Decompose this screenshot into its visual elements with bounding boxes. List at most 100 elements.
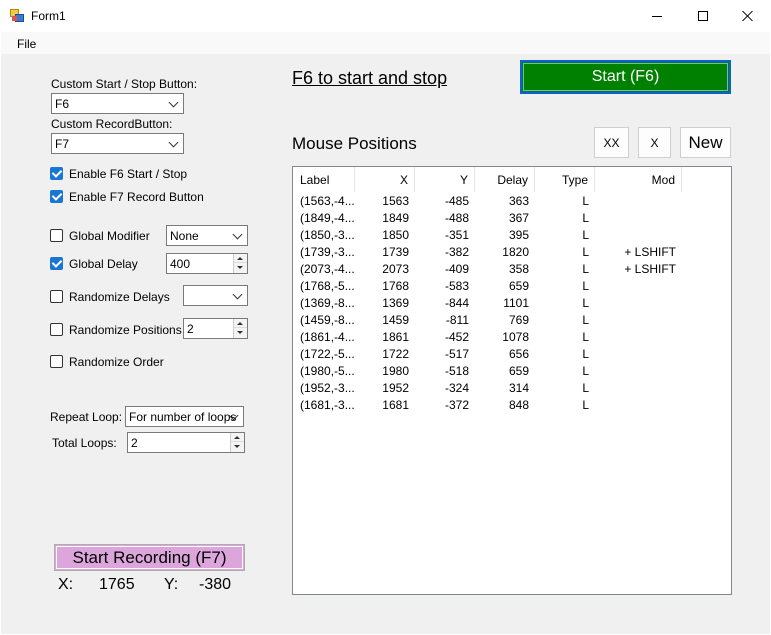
global-modifier-value: None (170, 229, 199, 243)
cell-label: (1849,-4... (300, 211, 355, 225)
column-header-mod[interactable]: Mod (595, 167, 682, 192)
cell-type: L (582, 364, 589, 378)
minimize-icon (652, 15, 662, 17)
table-row[interactable]: (1681,-3... 1681 -372 848 L (293, 397, 731, 414)
x-coord-label: X: (58, 576, 74, 593)
start-stop-key-select[interactable]: F6 (51, 93, 184, 114)
cell-type: L (582, 245, 589, 259)
enable-f7-checkbox[interactable] (50, 190, 63, 203)
cell-delay: 659 (508, 279, 529, 293)
spin-up-icon[interactable] (231, 433, 244, 442)
cell-x: 1952 (382, 381, 409, 395)
table-row[interactable]: (1563,-4... 1563 -485 363 L (293, 193, 731, 210)
close-button[interactable] (725, 0, 771, 32)
repeat-loop-select[interactable]: For number of loops (125, 406, 244, 427)
cell-y: -409 (444, 262, 469, 276)
table-row[interactable]: (1849,-4... 1849 -488 367 L (293, 210, 731, 227)
cell-delay: 358 (508, 262, 529, 276)
minimize-button[interactable] (634, 0, 680, 32)
cell-y: -844 (444, 296, 469, 310)
list-body: (1563,-4... 1563 -485 363 L (1849,-4... 1849 -… (293, 193, 731, 414)
menu-bar: File (1, 32, 770, 54)
chevron-down-icon (168, 137, 179, 148)
cell-delay: 848 (508, 398, 529, 412)
column-header-type[interactable]: Type (535, 167, 595, 192)
cell-x: 1768 (382, 279, 409, 293)
cell-mod: + LSHIFT (624, 245, 676, 259)
total-loops-stepper[interactable]: 2 (127, 432, 245, 453)
record-key-label: Custom RecordButton: (51, 117, 173, 131)
clear-all-button[interactable]: XX (594, 127, 629, 158)
cell-label: (1681,-3... (300, 398, 355, 412)
close-icon (742, 10, 754, 22)
randomize-delays-select[interactable] (183, 285, 248, 306)
column-header-y[interactable]: Y (415, 167, 475, 192)
cell-type: L (582, 381, 589, 395)
cell-x: 1850 (382, 228, 409, 242)
randomize-order-label: Randomize Order (69, 355, 164, 369)
cell-y: -351 (444, 228, 469, 242)
spin-up-icon[interactable] (234, 319, 247, 328)
cell-x: 1861 (382, 330, 409, 344)
menu-file[interactable]: File (17, 37, 36, 51)
y-coord-label: Y: (164, 576, 179, 593)
start-stop-key-value: F6 (55, 97, 70, 111)
spin-down-icon[interactable] (234, 328, 247, 337)
cell-type: L (582, 211, 589, 225)
delete-button[interactable]: X (638, 127, 671, 158)
table-row[interactable]: (1952,-3... 1952 -324 314 L (293, 380, 731, 397)
y-coord-value: -380 (199, 576, 232, 593)
spin-up-icon[interactable] (234, 254, 247, 263)
table-row[interactable]: (1369,-8... 1369 -844 1101 L (293, 295, 731, 312)
cell-delay: 656 (508, 347, 529, 361)
maximize-button[interactable] (680, 0, 726, 32)
cell-delay: 314 (508, 381, 529, 395)
spin-down-icon[interactable] (234, 263, 247, 272)
cell-delay: 367 (508, 211, 529, 225)
cell-type: L (582, 228, 589, 242)
enable-f6-checkbox[interactable] (50, 167, 63, 180)
cell-x: 1739 (382, 245, 409, 259)
cell-type: L (582, 296, 589, 310)
cell-x: 2073 (382, 262, 409, 276)
table-row[interactable]: (1980,-5... 1980 -518 659 L (293, 363, 731, 380)
cell-label: (1739,-3... (300, 245, 355, 259)
new-button[interactable]: New (680, 127, 731, 158)
spin-down-icon[interactable] (231, 442, 244, 451)
start-button[interactable]: Start (F6) (520, 60, 731, 94)
hotkey-title: F6 to start and stop (292, 68, 448, 88)
cell-type: L (582, 194, 589, 208)
global-modifier-select[interactable]: None (166, 225, 248, 246)
enable-f7-label: Enable F7 Record Button (69, 190, 204, 204)
table-row[interactable]: (1861,-4... 1861 -452 1078 L (293, 329, 731, 346)
column-header-x[interactable]: X (355, 167, 415, 192)
randomize-order-checkbox[interactable] (50, 355, 63, 368)
global-delay-checkbox[interactable] (50, 257, 63, 270)
table-row[interactable]: (1459,-8... 1459 -811 769 L (293, 312, 731, 329)
cell-y: -518 (444, 364, 469, 378)
table-row[interactable]: (1850,-3... 1850 -351 395 L (293, 227, 731, 244)
cell-label: (2073,-4... (300, 262, 355, 276)
table-row[interactable]: (1722,-5... 1722 -517 656 L (293, 346, 731, 363)
table-row[interactable]: (1739,-3... 1739 -382 1820 L + LSHIFT (293, 244, 731, 261)
cell-delay: 395 (508, 228, 529, 242)
record-key-select[interactable]: F7 (51, 133, 184, 154)
column-header-delay[interactable]: Delay (475, 167, 535, 192)
global-modifier-checkbox[interactable] (50, 229, 63, 242)
randomize-delays-checkbox[interactable] (50, 290, 63, 303)
global-delay-value: 400 (170, 257, 191, 271)
x-coord-value: 1765 (99, 576, 135, 593)
cell-x: 1980 (382, 364, 409, 378)
cell-y: -583 (444, 279, 469, 293)
randomize-positions-stepper[interactable]: 2 (183, 318, 248, 339)
global-delay-stepper[interactable]: 400 (166, 253, 248, 274)
table-row[interactable]: (1768,-5... 1768 -583 659 L (293, 278, 731, 295)
cell-type: L (582, 313, 589, 327)
cell-label: (1861,-4... (300, 330, 355, 344)
mouse-positions-list[interactable]: Label X Y Delay Type Mod (1563,-4... 1563… (292, 166, 732, 595)
column-header-label[interactable]: Label (293, 167, 355, 192)
randomize-positions-checkbox[interactable] (50, 323, 63, 336)
start-recording-button[interactable]: Start Recording (F7) (54, 544, 245, 571)
table-row[interactable]: (2073,-4... 2073 -409 358 L + LSHIFT (293, 261, 731, 278)
cell-label: (1850,-3... (300, 228, 355, 242)
